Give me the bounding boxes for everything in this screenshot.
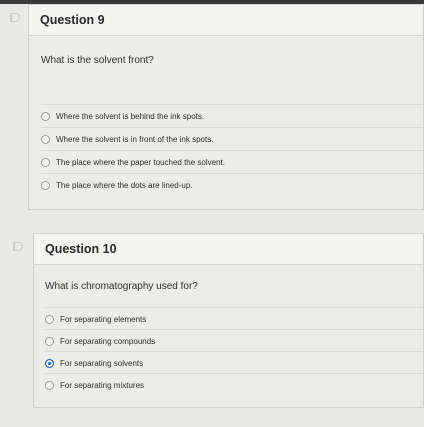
answer-option[interactable]: Where the solvent is in front of the ink… (41, 127, 423, 150)
answer-option[interactable]: Where the solvent is behind the ink spot… (41, 104, 423, 127)
answer-option[interactable]: For separating compounds (45, 329, 423, 352)
answer-option[interactable]: The place where the paper touched the so… (41, 150, 423, 173)
answer-label: Where the solvent is behind the ink spot… (56, 111, 205, 121)
radio-button[interactable] (41, 111, 50, 121)
answer-label: For separating solvents (60, 358, 144, 368)
question-title: Question 10 (45, 242, 117, 256)
radio-button-selected[interactable] (45, 358, 54, 368)
question-prompt: What is the solvent front? (41, 55, 154, 66)
question-header: Question 10 (34, 234, 423, 265)
radio-button[interactable] (45, 336, 54, 346)
answer-label: For separating elements (60, 314, 147, 324)
question-body: What is chromatography used for? For sep… (34, 265, 423, 407)
question-prompt: What is chromatography used for? (45, 281, 198, 292)
question-header: Question 9 (29, 5, 423, 36)
radio-button[interactable] (41, 180, 50, 190)
answer-option-selected[interactable]: For separating solvents (45, 351, 423, 374)
question-title: Question 9 (40, 13, 105, 27)
answer-label: For separating mixtures (60, 380, 145, 390)
answer-label: Where the solvent is in front of the ink… (56, 134, 214, 144)
flag-icon[interactable] (13, 242, 23, 251)
radio-button[interactable] (45, 314, 54, 324)
answer-label: For separating compounds (60, 336, 156, 346)
radio-button[interactable] (41, 134, 50, 144)
question-card-9: Question 9 What is the solvent front? Wh… (28, 4, 424, 210)
radio-button[interactable] (41, 157, 50, 167)
answer-option[interactable]: The place where the dots are lined-up. (41, 173, 423, 196)
question-card-10: Question 10 What is chromatography used … (33, 233, 424, 408)
answer-label: The place where the dots are lined-up. (56, 180, 193, 190)
answer-option[interactable]: For separating elements (45, 307, 423, 330)
question-body: What is the solvent front? Where the sol… (29, 36, 423, 209)
flag-icon[interactable] (10, 13, 20, 22)
radio-button[interactable] (45, 380, 54, 390)
answer-label: The place where the paper touched the so… (56, 157, 225, 167)
answer-option[interactable]: For separating mixtures (45, 373, 423, 396)
